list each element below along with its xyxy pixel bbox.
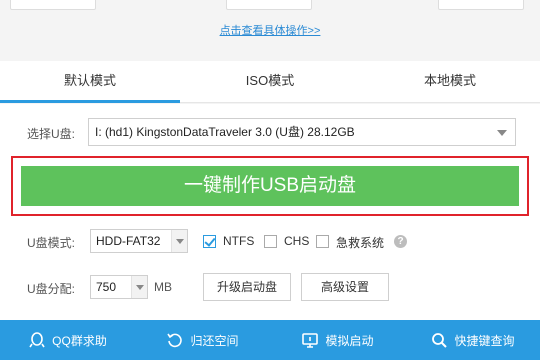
rescue-system-checkbox[interactable]	[316, 235, 329, 248]
restore-icon	[167, 333, 183, 348]
advanced-settings-button[interactable]: 高级设置	[301, 273, 389, 301]
device-select[interactable]: I: (hd1) KingstonDataTraveler 3.0 (U盘) 2…	[88, 118, 516, 146]
chevron-down-icon	[131, 276, 147, 298]
monitor-icon	[302, 333, 319, 348]
help-icon[interactable]: ?	[394, 235, 407, 248]
chevron-down-icon	[171, 230, 187, 252]
tab-default-mode[interactable]: 默认模式	[0, 61, 180, 103]
mode-value: HDD-FAT32	[96, 234, 161, 248]
chevron-down-icon	[497, 130, 507, 136]
shortcut-query-label: 快捷键查询	[454, 333, 515, 348]
chs-label: CHS	[284, 234, 310, 248]
simulate-boot-label: 模拟启动	[325, 333, 374, 348]
tab-local-mode[interactable]: 本地模式	[360, 61, 540, 102]
restore-space-button[interactable]: 归还空间	[135, 320, 270, 360]
partition-select[interactable]: 750	[90, 275, 148, 299]
simulate-boot-button[interactable]: 模拟启动	[270, 320, 405, 360]
make-button-highlight: 一键制作USB启动盘	[11, 156, 529, 216]
partition-unit: MB	[154, 280, 172, 294]
restore-space-label: 归还空间	[190, 333, 239, 348]
top-box	[10, 0, 96, 10]
partition-label: U盘分配:	[27, 282, 76, 296]
tab-iso-mode[interactable]: ISO模式	[180, 61, 360, 102]
mode-select[interactable]: HDD-FAT32	[90, 229, 188, 253]
partition-value: 750	[96, 280, 117, 294]
shortcut-query-button[interactable]: 快捷键查询	[405, 320, 540, 360]
device-value: I: (hd1) KingstonDataTraveler 3.0 (U盘) 2…	[95, 125, 355, 139]
search-icon	[432, 333, 448, 348]
qq-icon	[29, 332, 45, 348]
view-steps-link[interactable]: 点击查看具体操作>>	[0, 22, 540, 38]
mode-tabs: 默认模式 ISO模式 本地模式	[0, 61, 540, 103]
qq-group-help-button[interactable]: QQ群求助	[0, 320, 135, 360]
ntfs-checkbox[interactable]	[203, 235, 216, 248]
device-label: 选择U盘:	[27, 127, 76, 141]
ntfs-label: NTFS	[223, 234, 255, 248]
top-strip: 点击查看具体操作>>	[0, 0, 540, 60]
mode-label: U盘模式:	[27, 236, 76, 250]
chs-checkbox[interactable]	[264, 235, 277, 248]
qq-group-help-label: QQ群求助	[52, 333, 107, 348]
bottom-bar: QQ群求助 归还空间 模拟启动 快捷键查询	[0, 320, 540, 360]
upgrade-boot-disk-button[interactable]: 升级启动盘	[203, 273, 291, 301]
main-panel: 选择U盘: I: (hd1) KingstonDataTraveler 3.0 …	[0, 104, 540, 320]
make-usb-boot-button[interactable]: 一键制作USB启动盘	[21, 166, 519, 206]
top-box	[438, 0, 524, 10]
rescue-system-label: 急救系统	[336, 236, 385, 250]
top-box	[226, 0, 312, 10]
